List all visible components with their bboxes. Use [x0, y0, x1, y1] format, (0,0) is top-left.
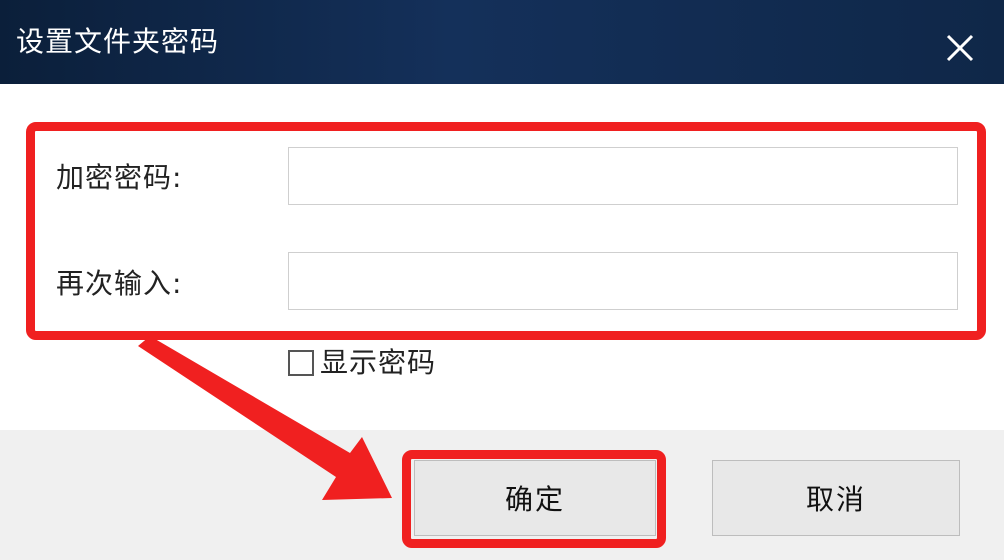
confirm-password-input[interactable]	[288, 252, 958, 310]
confirm-password-label: 再次输入:	[56, 267, 183, 300]
password-input[interactable]	[288, 147, 958, 205]
checkbox-unchecked-icon[interactable]	[288, 350, 314, 376]
dialog-title: 设置文件夹密码	[16, 25, 220, 58]
show-password-checkbox[interactable]: 显示密码	[288, 346, 436, 380]
password-label: 加密密码:	[56, 161, 183, 194]
close-button[interactable]	[936, 24, 984, 72]
close-icon	[946, 34, 974, 62]
cancel-button-label: 取消	[805, 483, 866, 516]
show-password-label: 显示密码	[320, 346, 437, 379]
cancel-button[interactable]: 取消	[712, 460, 960, 536]
ok-button[interactable]: 确定	[414, 460, 656, 536]
ok-button-label: 确定	[504, 483, 565, 516]
set-folder-password-dialog: 设置文件夹密码 加密密码: 再次输入: 显示密码 确定 取消	[0, 0, 1004, 560]
title-bar: 设置文件夹密码	[0, 0, 1004, 84]
